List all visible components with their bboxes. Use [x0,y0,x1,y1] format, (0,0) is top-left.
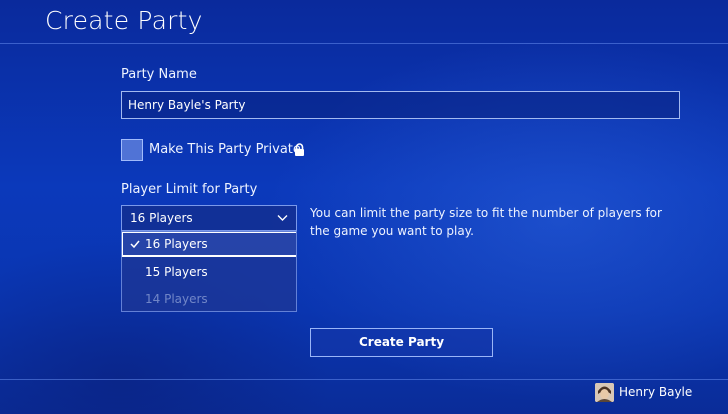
player-limit-options-list: 16 Players 15 Players 14 Players [121,231,297,312]
page-title: Create Party [45,6,203,35]
player-limit-option-label: 14 Players [145,292,208,306]
check-icon [130,240,140,248]
party-name-label: Party Name [121,67,197,82]
player-limit-option-15[interactable]: 15 Players [122,260,296,286]
lock-icon [295,143,304,156]
player-limit-option-label: 16 Players [145,237,208,251]
player-limit-option-label: 15 Players [145,265,208,279]
header-divider [0,43,728,44]
player-limit-dropdown[interactable]: 16 Players [121,205,297,231]
player-limit-option-16[interactable]: 16 Players [122,232,296,257]
chevron-down-icon [277,215,288,221]
user-name: Henry Bayle [619,385,693,399]
player-limit-label: Player Limit for Party [121,182,258,197]
party-name-field[interactable]: Henry Bayle's Party [121,91,680,119]
player-limit-option-14[interactable]: 14 Players [122,287,296,311]
private-party-label: Make This Party Private [149,142,301,157]
player-limit-help-text: You can limit the party size to fit the … [310,206,662,238]
create-party-button[interactable]: Create Party [310,328,493,357]
footer-divider [0,379,728,380]
player-limit-selected-value: 16 Players [130,211,193,225]
private-party-checkbox[interactable] [121,139,143,161]
avatar [595,383,614,402]
